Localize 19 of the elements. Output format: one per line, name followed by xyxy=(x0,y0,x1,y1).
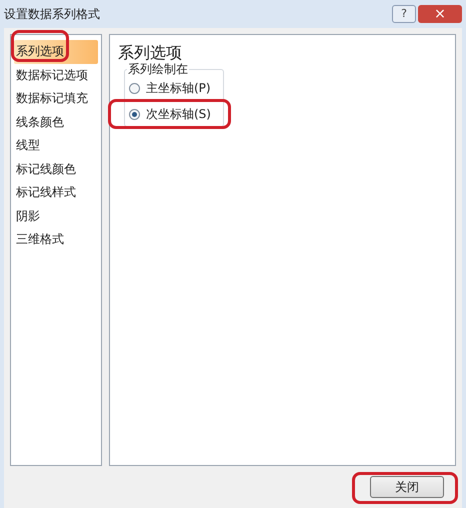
panel-heading: 系列选项 xyxy=(118,43,183,63)
close-dialog-button[interactable]: 关闭 xyxy=(370,476,444,498)
category-item[interactable]: 三维格式 xyxy=(14,228,98,252)
category-item[interactable]: 阴影 xyxy=(14,204,98,228)
radio-option[interactable]: 次坐标轴(S) xyxy=(129,104,228,124)
category-item[interactable]: 线条颜色 xyxy=(14,110,98,134)
category-item[interactable]: 数据标记填充 xyxy=(14,87,98,110)
annotation-outline xyxy=(11,30,69,62)
group-label: 系列绘制在 xyxy=(127,61,189,77)
radio-button[interactable] xyxy=(129,108,140,120)
category-item[interactable]: 线型 xyxy=(14,134,98,158)
window-title: 设置数据系列格式 xyxy=(4,6,101,23)
category-item[interactable]: 标记线颜色 xyxy=(14,158,98,181)
category-item[interactable]: 数据标记选项 xyxy=(14,64,98,87)
radio-button[interactable] xyxy=(129,82,140,94)
help-button[interactable]: ? xyxy=(392,5,416,23)
close-button[interactable]: × xyxy=(418,5,462,23)
category-item[interactable]: 标记线样式 xyxy=(14,181,98,204)
radio-option[interactable]: 主坐标轴(P) xyxy=(129,78,219,98)
